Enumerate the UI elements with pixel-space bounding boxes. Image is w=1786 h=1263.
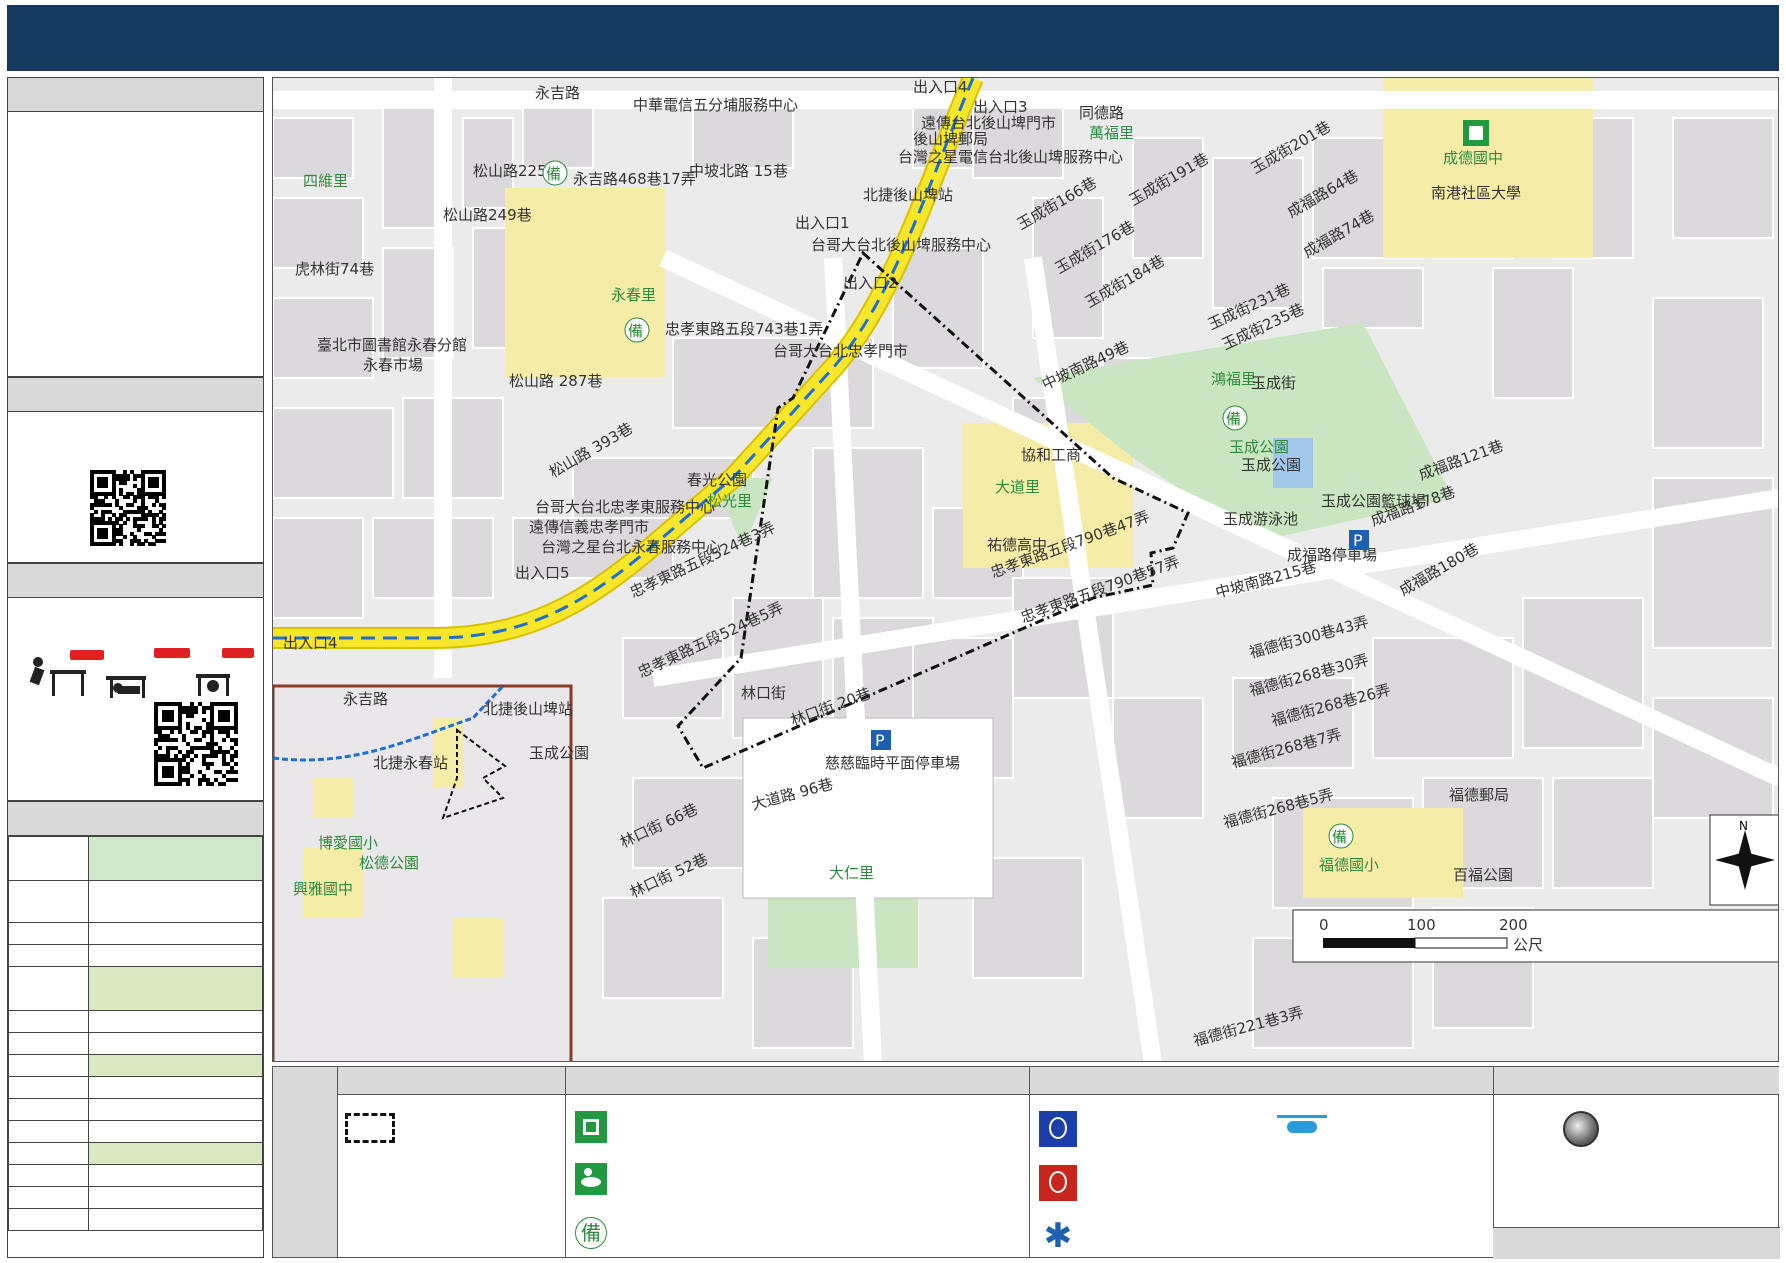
svg-text:公尺: 公尺 [1513,936,1543,954]
legend-header [337,1067,1779,1095]
helicopter-icon [1277,1111,1327,1141]
shelter-icon [575,1111,607,1143]
fire-station-icon [1039,1165,1077,1201]
map-label: 百福公園 [1453,866,1513,884]
evacuation-school-icon [1463,120,1489,146]
map-label: 出入口5 [515,564,570,582]
drill-panel-header [8,564,263,598]
map-label: 福德國小 [1319,856,1379,874]
map-label: 玉成公園 [1241,456,1301,474]
inset-map[interactable]: 永吉路 博愛國小 松德公園 興雅國中 北捷永春站 北捷後山埤站 玉成公園 [273,684,589,1062]
map-label: 永春市場 [363,356,423,374]
map-label: 祐德高中 [987,536,1047,554]
map-label: 台哥大台北忠孝門市 [773,342,908,360]
qr-panel [7,377,264,563]
map-label: 南港社區大學 [1431,184,1521,202]
svg-text:P: P [875,731,885,750]
fude-school-area [1303,808,1463,898]
map-label: 台哥大台北後山埤服務中心 [811,236,991,254]
map-label: 出入口2 [843,274,898,292]
map-label: 成德國中 [1443,149,1503,167]
map-label: 松山路249巷 [443,206,532,224]
svg-text:備: 備 [1226,410,1241,428]
map-canvas: 永吉路 中華電信五分埔服務中心 出入口4 出入口3 遠傳台北後山埤門市 後山埤郵… [273,78,1778,1062]
map-label: 臺北市圖書館永春分館 [317,336,467,354]
map-label: 玉成街 [1251,374,1296,392]
map-label: 台灣之星電信台北後山埤服務中心 [898,148,1123,166]
info-panel [7,77,264,377]
svg-text:備: 備 [628,322,643,340]
map-label: 大仁里 [829,864,874,882]
assembly-point-icon [1563,1111,1599,1147]
map-label: 永吉路 [535,84,580,102]
map-label: 玉成公園 [1229,438,1289,456]
map-label: 出入口4 [913,78,968,96]
map-label: 忠孝東路五段743巷1弄 [665,320,823,338]
map-label: 出入口4 [283,634,338,652]
village-boundary-icon [345,1113,395,1143]
drill-panel [7,563,264,801]
evacuation-area-icon [575,1163,607,1195]
map-label: 後山埤郵局 [913,130,988,148]
svg-text:備: 備 [1332,828,1347,846]
medical-icon: ✱ [1043,1216,1073,1256]
svg-text:博愛國小: 博愛國小 [318,834,378,852]
svg-text:北捷後山埤站: 北捷後山埤站 [483,700,573,718]
map-label: 福德郵局 [1449,786,1509,804]
info-table-panel [7,801,264,1258]
map-label: 永吉路468巷17弄 [573,170,696,188]
map-label: 萬福里 [1089,124,1134,142]
map-label: 松光里 [707,492,752,510]
map-label: 松山路 287巷 [509,372,602,390]
map-label: 春光公園 [687,471,747,489]
title-bar [7,5,1779,71]
qr-code[interactable] [90,470,167,547]
map-label: 遠傳信義忠孝門市 [529,518,649,536]
svg-text:玉成公園: 玉成公園 [529,744,589,762]
police-station-icon [1039,1111,1077,1147]
map-label: 中華電信五分埔服務中心 [633,96,798,114]
scale-bar: 0 100 200 公尺 [1292,909,1778,963]
map-label: 台哥大台北忠孝東服務中心 [535,498,715,516]
evacuation-map[interactable]: 永吉路 中華電信五分埔服務中心 出入口4 出入口3 遠傳台北後山埤門市 後山埤郵… [272,77,1779,1062]
svg-text:P: P [1353,531,1363,550]
info-table-header [8,802,263,836]
svg-text:100: 100 [1407,916,1436,934]
qr-panel-header [8,378,263,412]
map-label: 四維里 [303,172,348,190]
svg-text:興雅國中: 興雅國中 [293,880,353,898]
map-label: 同德路 [1079,104,1124,122]
map-label: 大道里 [995,478,1040,496]
svg-text:松德公園: 松德公園 [359,854,419,872]
info-panel-header [8,78,263,112]
svg-text:200: 200 [1499,916,1528,934]
map-label: 中坡北路 15巷 [689,162,788,180]
legend-side-label [273,1067,337,1257]
map-label: 玉成游泳池 [1223,510,1298,528]
map-label: 林口街 [741,684,786,702]
map-label: 虎林街74巷 [295,260,374,278]
svg-text:永吉路: 永吉路 [343,690,388,708]
map-label: 出入口1 [795,214,850,232]
drop-cover-hold-illustration [29,648,254,698]
map-label: 鴻福里 [1211,370,1256,388]
svg-text:北捷永春站: 北捷永春站 [373,754,448,772]
info-table [8,836,263,1231]
qr-code-drill[interactable] [154,702,238,786]
compass-icon: N [1709,814,1778,906]
reserve-shelter-icon: 備 [575,1217,607,1249]
svg-text:0: 0 [1319,916,1329,934]
map-label: 慈慈臨時平面停車場 [825,754,960,772]
map-label: 協和工商 [1021,446,1081,464]
map-label: 永春里 [611,286,656,304]
legend: 備 ✱ [272,1066,1780,1259]
map-label: 北捷後山埤站 [863,186,953,204]
svg-text:N: N [1739,819,1748,833]
legend-footer [1493,1227,1780,1259]
svg-text:備: 備 [546,165,561,183]
